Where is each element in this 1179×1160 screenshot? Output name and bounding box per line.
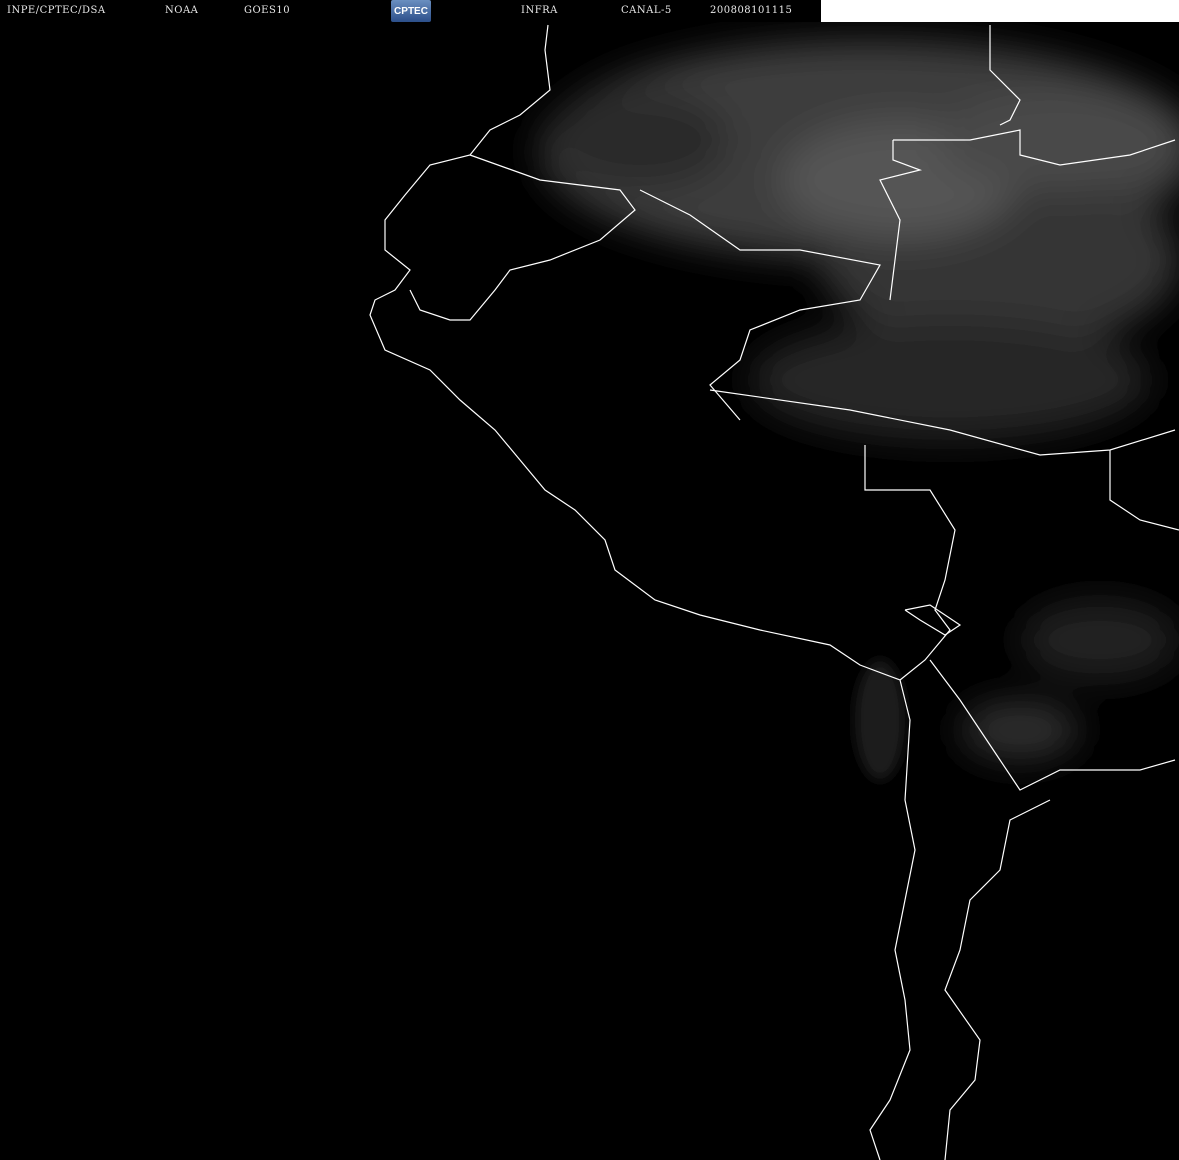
cptec-logo: CPTEC [391, 0, 431, 22]
border-bolivia-paraguay [1109, 450, 1179, 531]
lake-titicaca [904, 604, 962, 636]
source-label: NOAA [165, 5, 199, 16]
border-peru-bolivia [864, 445, 956, 681]
satellite-map [369, 24, 1179, 1160]
cloud-cover [540, 40, 1179, 760]
timestamp-label: 200808101115 [710, 5, 793, 16]
satellite-label: GOES10 [244, 5, 291, 16]
channel-label: CANAL-5 [621, 5, 672, 16]
header-blank-area [821, 0, 1179, 22]
image-type-label: INFRA [521, 5, 558, 16]
border-chile-argentina [944, 799, 1051, 1160]
agency-label: INPE/CPTEC/DSA [7, 5, 106, 16]
header-bar: INPE/CPTEC/DSA NOAA GOES10 CPTEC INFRA C… [0, 0, 1179, 22]
